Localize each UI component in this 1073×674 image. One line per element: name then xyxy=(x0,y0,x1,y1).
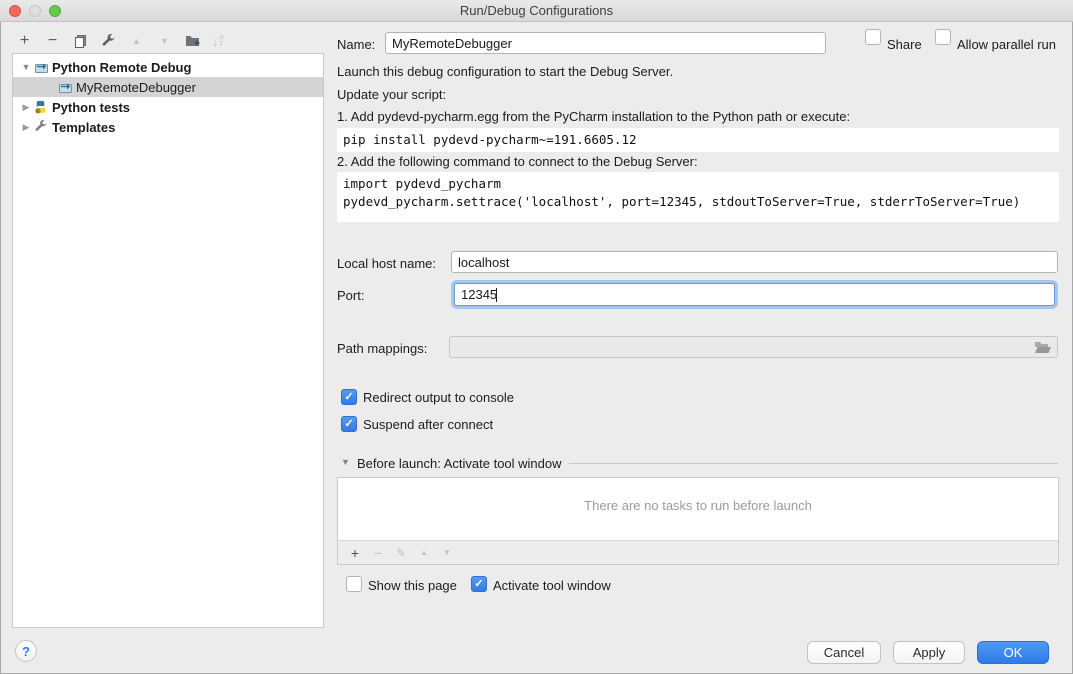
new-folder-button[interactable] xyxy=(184,33,201,50)
tree-item-templates[interactable]: ▶ Templates xyxy=(13,117,323,137)
suspend-after-connect-label: Suspend after connect xyxy=(363,417,493,432)
before-launch-tasks-box: There are no tasks to run before launch … xyxy=(337,477,1059,565)
add-task-button[interactable]: + xyxy=(348,546,362,560)
sort-configurations-button[interactable]: ↓ az xyxy=(212,34,223,49)
step2-text: 2. Add the following command to connect … xyxy=(337,154,698,169)
settrace-code: import pydevd_pycharm pydevd_pycharm.set… xyxy=(337,172,1059,222)
edit-configuration-wrench-icon[interactable] xyxy=(100,33,117,50)
cancel-button[interactable]: Cancel xyxy=(807,641,881,664)
tree-item-python-remote-debug[interactable]: ▼ Python Remote Debug xyxy=(13,57,323,77)
remove-task-button[interactable]: − xyxy=(371,546,385,560)
tree-item-label: MyRemoteDebugger xyxy=(76,80,196,95)
chevron-expanded-icon[interactable]: ▼ xyxy=(21,62,31,72)
chevron-collapsed-icon[interactable]: ▶ xyxy=(21,102,31,113)
sort-arrow-icon: ↓ xyxy=(212,34,219,49)
allow-parallel-run-checkbox[interactable] xyxy=(935,29,951,45)
run-config-icon xyxy=(33,61,49,74)
activate-tool-window-label: Activate tool window xyxy=(493,578,611,593)
activate-tool-window-checkbox[interactable]: ✓ xyxy=(471,576,487,592)
name-input[interactable] xyxy=(385,32,826,54)
port-input[interactable] xyxy=(454,283,1055,306)
move-down-button[interactable]: ▼ xyxy=(156,33,173,50)
no-tasks-text: There are no tasks to run before launch xyxy=(338,498,1058,513)
run-debug-configurations-dialog: Run/Debug Configurations + − ▲ ▼ ↓ az ▼ xyxy=(0,0,1073,674)
update-script-text: Update your script: xyxy=(337,87,446,102)
configuration-form: Name: Share Allow parallel run Launch th… xyxy=(337,0,1060,674)
tree-item-label: Templates xyxy=(52,120,115,135)
move-task-up-button[interactable]: ▲ xyxy=(417,546,431,560)
tree-item-label: Python Remote Debug xyxy=(52,60,191,75)
apply-button[interactable]: Apply xyxy=(893,641,965,664)
tasks-toolbar: + − ✎ ▲ ▼ xyxy=(338,540,1058,564)
python-tests-icon xyxy=(33,100,49,114)
code-line-1: import pydevd_pycharm xyxy=(343,176,501,191)
open-folder-icon[interactable] xyxy=(1034,341,1052,357)
remove-configuration-button[interactable]: − xyxy=(44,33,61,50)
port-label: Port: xyxy=(337,288,364,303)
pip-install-code: pip install pydevd-pycharm~=191.6605.12 xyxy=(337,128,1059,152)
add-configuration-button[interactable]: + xyxy=(16,33,33,50)
edit-task-button[interactable]: ✎ xyxy=(394,546,408,560)
share-label: Share xyxy=(887,37,922,52)
move-task-down-button[interactable]: ▼ xyxy=(440,546,454,560)
share-checkbox[interactable] xyxy=(865,29,881,45)
local-host-name-label: Local host name: xyxy=(337,256,436,271)
show-this-page-label: Show this page xyxy=(368,578,457,593)
path-mappings-input[interactable] xyxy=(449,336,1058,358)
sort-az-icon: az xyxy=(220,35,224,47)
tree-item-python-tests[interactable]: ▶ Python tests xyxy=(13,97,323,117)
local-host-name-input[interactable] xyxy=(451,251,1058,273)
configurations-toolbar: + − ▲ ▼ ↓ az xyxy=(16,31,223,51)
configurations-tree: ▼ Python Remote Debug MyRemoteDebugger ▶ xyxy=(12,53,324,628)
path-mappings-label: Path mappings: xyxy=(337,341,427,356)
intro-text: Launch this debug configuration to start… xyxy=(337,64,673,79)
before-launch-rule xyxy=(569,463,1058,464)
ok-button[interactable]: OK xyxy=(977,641,1049,664)
allow-parallel-run-label: Allow parallel run xyxy=(957,37,1056,52)
suspend-after-connect-checkbox[interactable]: ✓ xyxy=(341,416,357,432)
show-this-page-checkbox[interactable] xyxy=(346,576,362,592)
tree-item-label: Python tests xyxy=(52,100,130,115)
step1-text: 1. Add pydevd-pycharm.egg from the PyCha… xyxy=(337,109,850,124)
tree-item-myremotedebugger[interactable]: MyRemoteDebugger xyxy=(13,77,323,97)
redirect-output-label: Redirect output to console xyxy=(363,390,514,405)
chevron-collapsed-icon[interactable]: ▶ xyxy=(21,122,31,133)
text-cursor xyxy=(496,288,497,302)
copy-configuration-icon[interactable] xyxy=(72,33,89,50)
templates-wrench-icon xyxy=(33,120,49,134)
name-label: Name: xyxy=(337,37,375,52)
run-config-icon xyxy=(57,81,73,94)
before-launch-header: Before launch: Activate tool window xyxy=(357,456,562,471)
help-button[interactable]: ? xyxy=(15,640,37,662)
move-up-button[interactable]: ▲ xyxy=(128,33,145,50)
redirect-output-checkbox[interactable]: ✓ xyxy=(341,389,357,405)
code-line-2: pydevd_pycharm.settrace('localhost', por… xyxy=(343,194,1020,209)
before-launch-collapse-icon[interactable]: ▼ xyxy=(341,457,350,467)
